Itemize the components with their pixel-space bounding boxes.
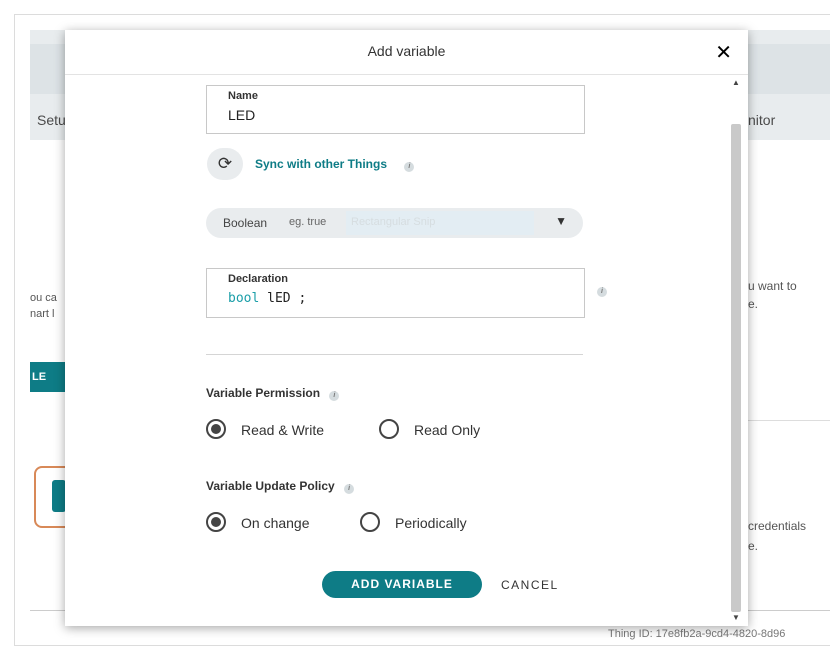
- radio-periodically[interactable]: [360, 512, 380, 532]
- variable-type-select[interactable]: Boolean eg. true Rectangular Snip ▼: [206, 208, 583, 238]
- background-right-text-1: u want to: [748, 279, 797, 293]
- variable-permission-text: Variable Permission: [206, 386, 321, 400]
- add-variable-button[interactable]: ADD VARIABLE: [322, 571, 482, 598]
- background-right-text-4: e.: [748, 539, 759, 553]
- section-divider: [206, 354, 583, 355]
- declaration-code[interactable]: bool lED ;: [228, 291, 306, 306]
- thing-id: Thing ID: 17e8fb2a-9cd4-4820-8d96: [608, 628, 786, 640]
- variable-type-example: eg. true: [289, 216, 327, 228]
- scroll-up-arrow-icon[interactable]: ▲: [732, 78, 740, 87]
- read-only-label[interactable]: Read Only: [414, 422, 480, 438]
- background-highlight-inner: [52, 480, 66, 512]
- radio-read-only[interactable]: [379, 419, 399, 439]
- on-change-label[interactable]: On change: [241, 515, 310, 531]
- background-left-text-1: ou ca: [30, 292, 57, 304]
- radio-selected-dot: [211, 517, 221, 527]
- periodically-label[interactable]: Periodically: [395, 515, 467, 531]
- chevron-down-icon[interactable]: ▼: [555, 214, 567, 228]
- scrollbar-thumb[interactable]: [731, 124, 741, 612]
- radio-read-write[interactable]: [206, 419, 226, 439]
- declaration-info-icon[interactable]: i: [597, 287, 607, 297]
- name-field-value[interactable]: LED: [228, 107, 255, 123]
- dialog-scrollbar[interactable]: ▲ ▼: [730, 76, 742, 622]
- background-left-text-2: nart l: [30, 308, 55, 320]
- background-right-text-2: e.: [748, 297, 759, 311]
- cancel-button[interactable]: CANCEL: [501, 578, 559, 592]
- sync-info-icon[interactable]: i: [404, 162, 415, 172]
- close-icon[interactable]: ✕: [715, 40, 732, 65]
- dialog-header: Add variable ✕: [65, 30, 748, 75]
- radio-on-change[interactable]: [206, 512, 226, 532]
- add-variable-dialog: Add variable ✕ ▲ ▼ Name LED ⟳ Sync with …: [65, 30, 748, 626]
- read-write-label[interactable]: Read & Write: [241, 422, 324, 438]
- variable-update-policy-label: Variable Update Policy i: [206, 479, 355, 494]
- declaration-label: Declaration: [228, 273, 288, 285]
- name-field-label: Name: [228, 90, 258, 102]
- background-divider: [748, 420, 830, 421]
- sync-icon[interactable]: ⟳: [207, 148, 243, 180]
- background-action-button[interactable]: LE: [30, 362, 70, 392]
- monitor-tab[interactable]: nitor: [748, 112, 775, 128]
- declaration-keyword: bool: [228, 291, 260, 306]
- background-right-text-3: credentials: [748, 519, 807, 533]
- scroll-down-arrow-icon[interactable]: ▼: [732, 613, 740, 622]
- radio-selected-dot: [211, 424, 221, 434]
- name-field[interactable]: Name LED: [206, 85, 585, 134]
- sync-label-text[interactable]: Sync with other Things: [255, 157, 387, 171]
- permission-info-icon[interactable]: i: [329, 391, 340, 401]
- snip-overlay-text: Rectangular Snip: [351, 216, 436, 228]
- variable-permission-label: Variable Permission i: [206, 386, 340, 401]
- dialog-title: Add variable: [367, 43, 446, 59]
- sync-with-other-things-link[interactable]: Sync with other Things i: [255, 157, 415, 172]
- declaration-field[interactable]: Declaration bool lED ;: [206, 268, 585, 318]
- variable-type-name: Boolean: [223, 216, 268, 230]
- declaration-identifier: lED: [267, 291, 291, 306]
- setup-tab[interactable]: Setu: [37, 112, 66, 128]
- update-policy-info-icon[interactable]: i: [344, 484, 355, 494]
- variable-update-policy-text: Variable Update Policy: [206, 479, 335, 493]
- declaration-terminator: ;: [298, 291, 307, 306]
